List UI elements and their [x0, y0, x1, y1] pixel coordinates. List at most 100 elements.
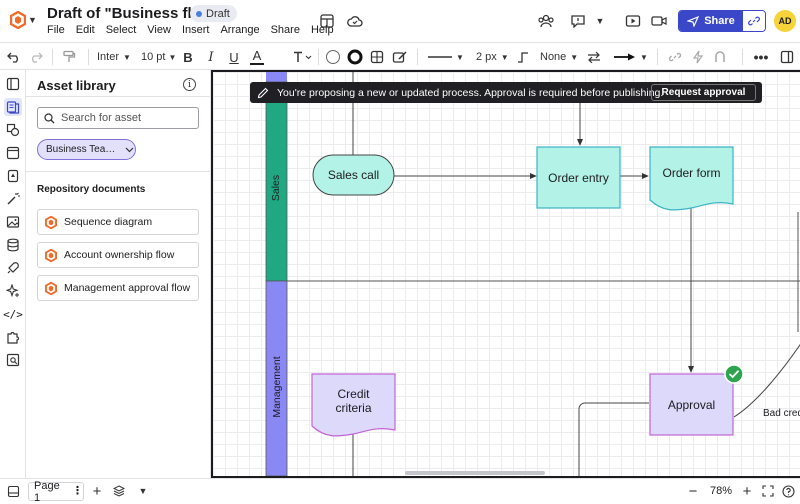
approval-label: Approval — [667, 397, 716, 412]
menu-view[interactable]: View — [147, 24, 171, 36]
line-style-select[interactable]: ▼ — [428, 48, 464, 66]
comments-icon[interactable] — [569, 13, 587, 29]
line-end-select[interactable]: ▼ — [612, 48, 650, 66]
lucid-document-icon — [45, 248, 57, 262]
zoom-out-button[interactable]: − — [686, 483, 700, 500]
font-size-select[interactable]: 10 pt ▼ — [141, 48, 181, 66]
sticky-note-icon[interactable] — [4, 167, 22, 185]
frame-icon[interactable] — [4, 144, 22, 162]
text-options-icon[interactable] — [292, 48, 314, 66]
line-start-select[interactable]: None ▼ — [540, 48, 580, 66]
layers-icon[interactable] — [112, 484, 126, 498]
style-icon[interactable] — [391, 48, 409, 66]
chevron-down-icon[interactable]: ▼ — [28, 15, 37, 25]
asset-search-box[interactable] — [37, 107, 199, 129]
italic-button[interactable]: I — [204, 48, 218, 66]
status-badge: Draft — [190, 5, 237, 22]
format-painter-icon[interactable] — [60, 48, 78, 66]
collaborators-icon[interactable] — [537, 13, 555, 29]
redo-icon[interactable] — [28, 48, 44, 66]
font-family-select[interactable]: Inter ▼ — [97, 48, 133, 66]
chevron-down-icon — [125, 147, 134, 152]
team-filter-dropdown[interactable]: Business Tea… — [37, 139, 136, 160]
team-filter-label: Business Tea… — [46, 144, 116, 155]
menu-bar: File Edit Select View Insert Arrange Sha… — [47, 24, 345, 36]
shape-options-icon[interactable] — [368, 48, 386, 66]
lucid-document-icon — [45, 281, 57, 295]
image-icon[interactable] — [4, 213, 22, 231]
credit-criteria-label-line2: criteria — [335, 401, 372, 415]
page-options-icon[interactable]: ⋮ — [72, 486, 83, 497]
formatting-toolbar: Inter ▼ 10 pt ▼ B I U A ▼ 2 px ▼ None ▼ — [0, 42, 800, 70]
fit-to-screen-icon[interactable] — [761, 484, 775, 498]
zoom-level[interactable]: 78% — [710, 485, 732, 497]
rocket-icon[interactable] — [4, 259, 22, 277]
integrations-puzzle-icon[interactable] — [4, 328, 22, 346]
menu-share[interactable]: Share — [271, 24, 300, 36]
link-icon — [748, 16, 760, 26]
link-icon[interactable] — [667, 48, 683, 66]
banner-message: You're proposing a new or updated proces… — [277, 86, 664, 99]
undo-icon[interactable] — [6, 48, 22, 66]
list-item[interactable]: Sequence diagram — [37, 209, 199, 235]
help-icon[interactable] — [781, 484, 795, 498]
line-color-icon[interactable] — [346, 48, 364, 66]
copy-link-button[interactable] — [743, 11, 765, 31]
connector[interactable] — [578, 402, 649, 476]
menu-edit[interactable]: Edit — [76, 24, 95, 36]
horizontal-scrollbar[interactable] — [405, 471, 545, 475]
page-tab-label: Page 1 — [34, 479, 60, 504]
lane-label-sales: Sales — [270, 174, 282, 202]
ai-sparkle-icon[interactable] — [4, 282, 22, 300]
approval-banner: You're proposing a new or updated proces… — [250, 82, 762, 103]
fill-color-icon[interactable] — [324, 48, 342, 66]
avatar[interactable]: AD — [774, 10, 796, 32]
lightning-icon[interactable] — [690, 48, 706, 66]
properties-panel-icon[interactable] — [778, 48, 796, 66]
diagram-canvas[interactable]: Sales Management Sales call Order entry … — [211, 70, 800, 478]
share-button-label: Share — [704, 15, 735, 27]
text-color-button[interactable]: A — [250, 48, 264, 65]
cloud-sync-icon[interactable] — [346, 13, 364, 29]
pages-icon[interactable] — [4, 75, 22, 93]
menu-arrange[interactable]: Arrange — [220, 24, 259, 36]
tab-page-1[interactable]: Page 1 ⋮ — [28, 479, 84, 504]
lucid-logo-icon[interactable] — [10, 11, 26, 29]
line-width-select[interactable]: 2 px ▼ — [476, 48, 514, 66]
shapes-icon[interactable] — [4, 121, 22, 139]
chevron-down-icon: ▼ — [123, 52, 131, 62]
asset-library-icon[interactable] — [4, 98, 22, 116]
image-search-icon[interactable] — [4, 351, 22, 369]
magnet-icon[interactable] — [712, 48, 728, 66]
chevron-down-icon[interactable]: ▼ — [591, 13, 609, 29]
lane-top-stripe — [266, 72, 287, 82]
video-call-icon[interactable] — [650, 13, 668, 29]
asset-search-input[interactable] — [61, 112, 191, 124]
list-item[interactable]: Account ownership flow — [37, 242, 199, 268]
connector-style-icon[interactable] — [515, 48, 531, 66]
magic-wand-icon[interactable] — [4, 190, 22, 208]
page-list-icon[interactable] — [6, 484, 20, 498]
add-page-icon[interactable]: + — [90, 483, 104, 500]
zoom-in-button[interactable]: + — [740, 483, 754, 500]
request-approval-button[interactable]: Request approval — [651, 84, 756, 101]
underline-button[interactable]: U — [227, 48, 241, 66]
swap-arrows-icon[interactable] — [585, 48, 603, 66]
menu-select[interactable]: Select — [106, 24, 137, 36]
menu-insert[interactable]: Insert — [182, 24, 210, 36]
chevron-down-icon[interactable]: ▼ — [136, 484, 150, 498]
data-icon[interactable] — [4, 236, 22, 254]
menu-file[interactable]: File — [47, 24, 65, 36]
section-title: Repository documents — [37, 184, 146, 195]
code-icon[interactable]: </> — [3, 305, 23, 323]
present-icon[interactable] — [624, 13, 642, 29]
chevron-down-icon: ▼ — [500, 52, 509, 62]
title-bar: ▼ Draft of "Business flow" Draft File Ed… — [0, 0, 800, 42]
status-dot-icon — [196, 10, 202, 17]
more-options-icon[interactable]: ••• — [752, 48, 770, 66]
library-icon[interactable] — [318, 13, 336, 29]
bold-button[interactable]: B — [181, 48, 195, 66]
list-item[interactable]: Management approval flow — [37, 275, 199, 301]
share-button[interactable]: Share — [678, 10, 766, 32]
info-icon[interactable]: i — [183, 78, 196, 91]
